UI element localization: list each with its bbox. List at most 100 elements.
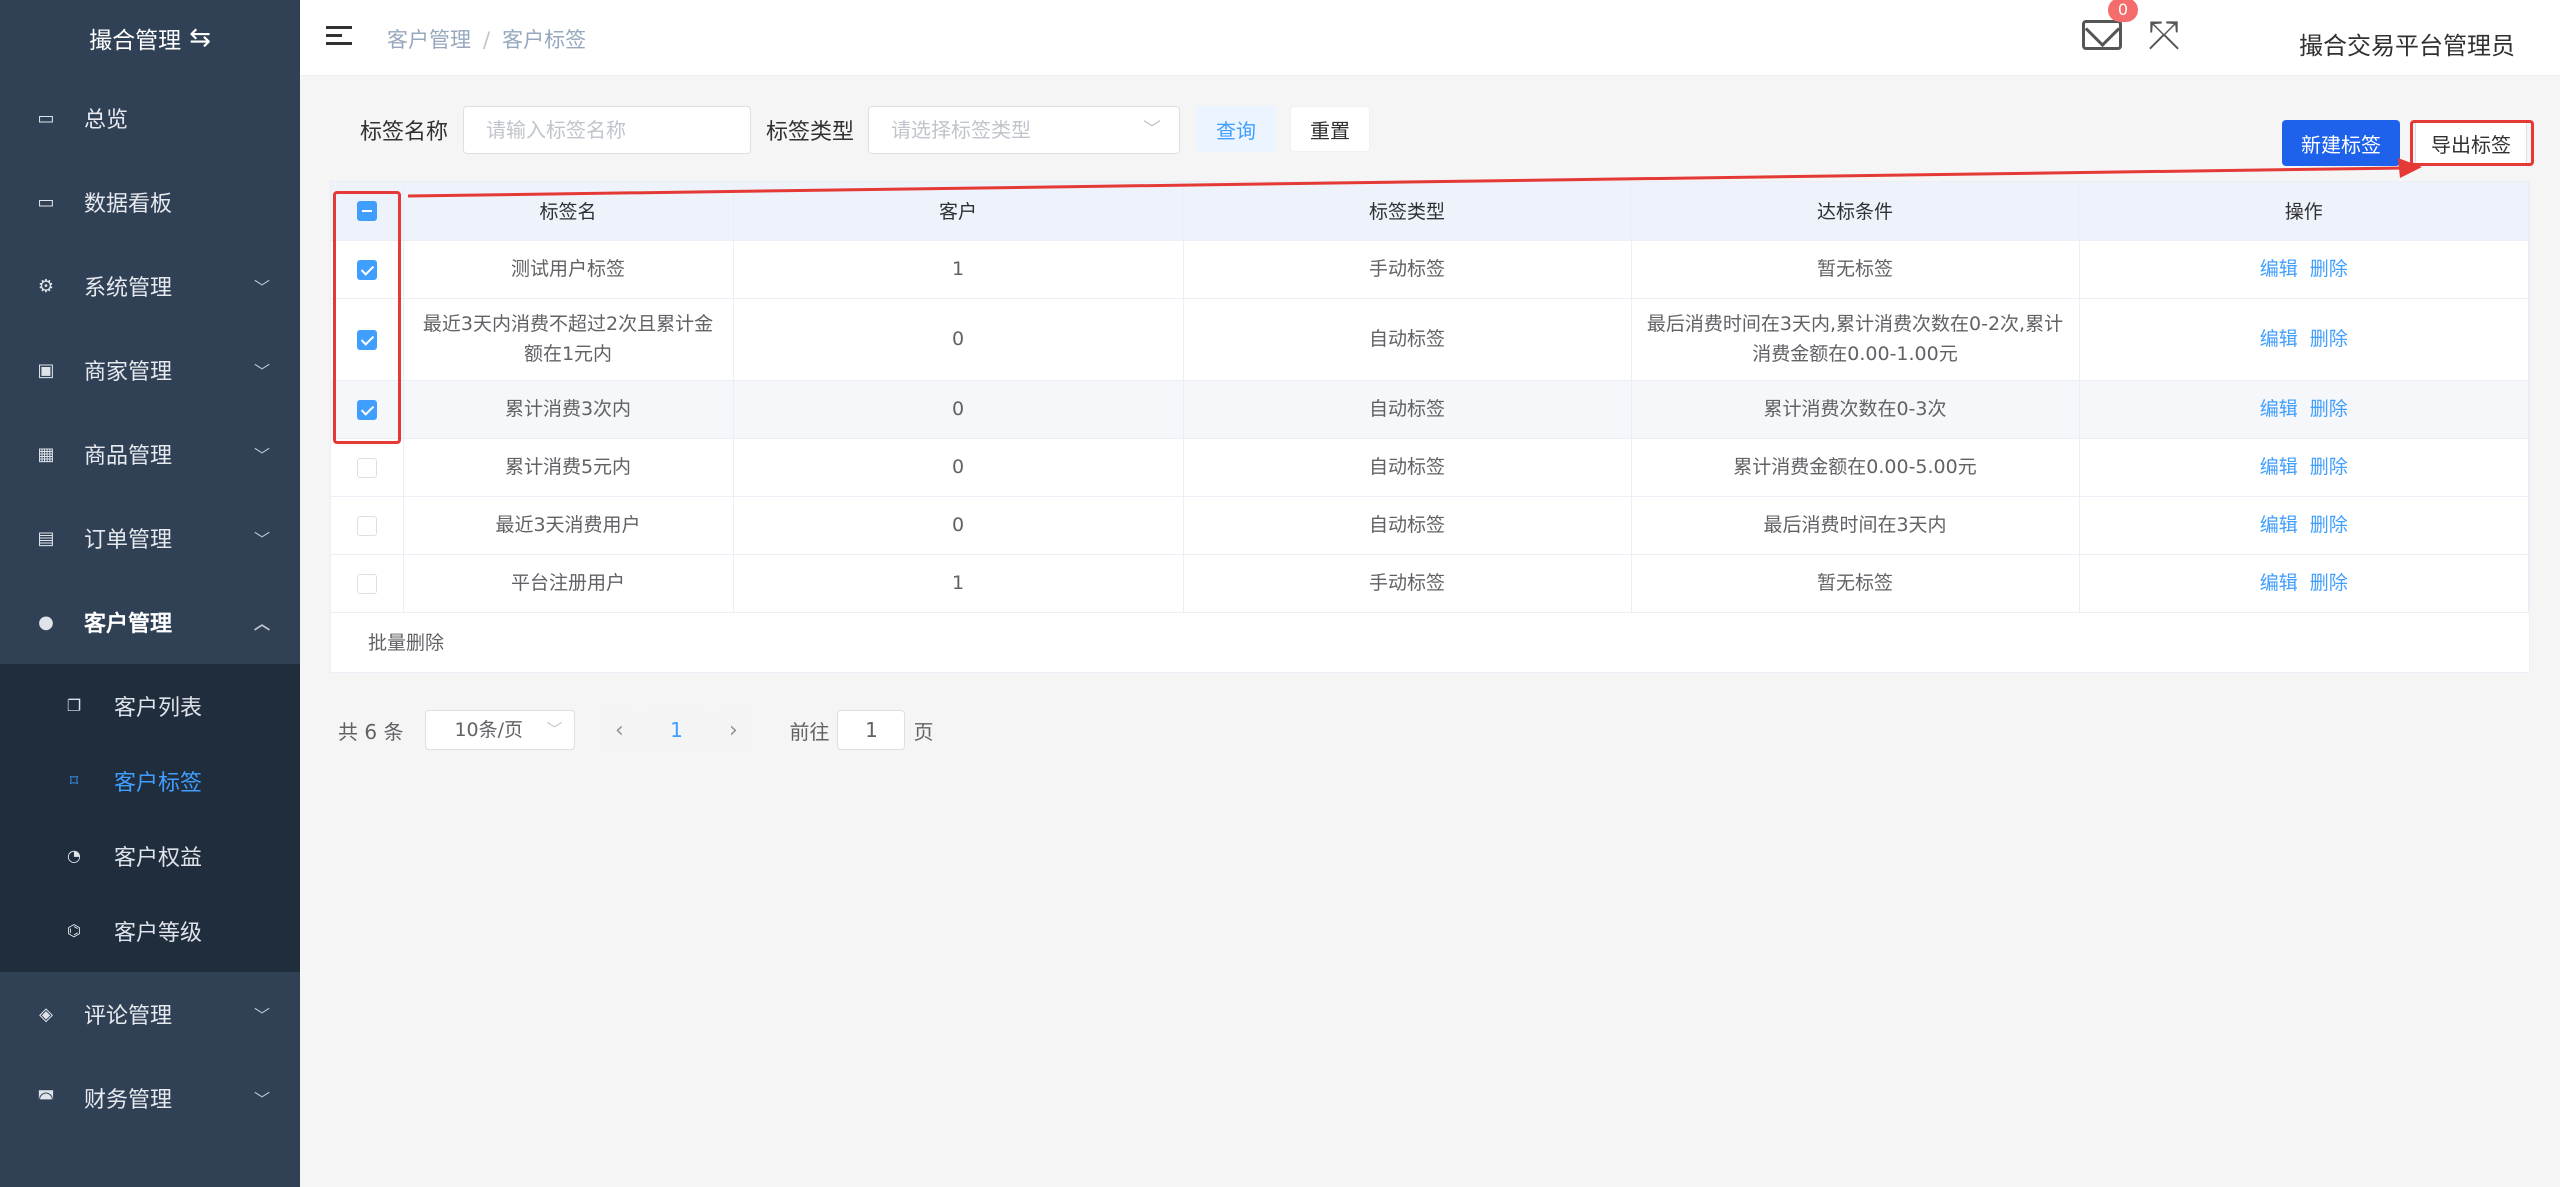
condition-cell: 累计消费次数在0-3次 (1631, 379, 2080, 438)
customer-count-cell: 0 (733, 297, 1184, 380)
annotation-export-highlight (2410, 120, 2534, 166)
sidebar-item-customer[interactable]: ● 客户管理 ︿ (0, 580, 300, 664)
edit-link[interactable]: 编辑 (2260, 258, 2298, 280)
gift-icon: ▦ (37, 443, 55, 465)
row-select-cell[interactable] (331, 437, 404, 496)
delete-link[interactable]: 删除 (2310, 258, 2348, 280)
tag-name-label: 标签名称 (360, 120, 449, 145)
row-select-cell[interactable] (331, 553, 404, 612)
new-tag-button[interactable]: 新建标签 (2282, 120, 2400, 166)
document-icon: ▤ (37, 527, 55, 549)
app-root: 撮合管理 ⇆ ▭ 总览 ▭ 数据看板 ⚙ 系统管理 ﹀ ▣ 商家管理 ﹀ ▦ 商… (0, 0, 2560, 1187)
page-number-1[interactable]: 1 (641, 710, 712, 750)
column-header: 标签类型 (1183, 182, 1632, 240)
sidebar-item-customer-levels[interactable]: ⌬ 客户等级 (0, 893, 300, 968)
sidebar-item-label: 客户列表 (114, 695, 203, 721)
sidebar-item-finance[interactable]: ◚ 财务管理 ﹀ (0, 1056, 300, 1140)
tag-name-cell: 累计消费5元内 (403, 437, 734, 496)
sidebar-item-system[interactable]: ⚙ 系统管理 ﹀ (0, 244, 300, 328)
switch-icon[interactable]: ⇆ (189, 23, 211, 53)
actions-cell: 编辑 删除 (2079, 379, 2529, 438)
edit-link[interactable]: 编辑 (2260, 514, 2298, 536)
page-size-select[interactable]: 10条/页 ﹀ (425, 710, 576, 750)
tag-type-cell: 自动标签 (1183, 495, 1632, 554)
delete-link[interactable]: 删除 (2310, 398, 2348, 420)
fullscreen-icon[interactable]: ⤧ (2148, 16, 2180, 56)
actions-cell: 编辑 删除 (2079, 437, 2529, 496)
query-button[interactable]: 查询 (1196, 106, 1276, 152)
sidebar-item-comments[interactable]: ◈ 评论管理 ﹀ (0, 972, 300, 1056)
next-page-button[interactable]: › (713, 710, 754, 750)
monitor-icon: ▭ (37, 107, 55, 129)
row-select-cell[interactable] (331, 495, 404, 554)
sidebar-item-customer-benefits[interactable]: ◔ 客户权益 (0, 818, 300, 893)
delete-link[interactable]: 删除 (2310, 456, 2348, 478)
sidebar-item-dashboard[interactable]: ▭ 数据看板 (0, 160, 300, 244)
sidebar-item-label: 总览 (84, 108, 129, 133)
mail-icon[interactable] (2082, 20, 2122, 50)
row-checkbox[interactable] (356, 573, 377, 594)
medal-icon: ◔ (67, 846, 81, 865)
delete-link[interactable]: 删除 (2310, 328, 2348, 350)
edit-link[interactable]: 编辑 (2260, 328, 2298, 350)
sidebar-item-order[interactable]: ▤ 订单管理 ﹀ (0, 496, 300, 580)
customer-count-cell: 1 (733, 239, 1184, 298)
row-checkbox[interactable] (356, 457, 377, 478)
prev-page-button[interactable]: ‹ (599, 710, 640, 750)
tag-type-cell: 自动标签 (1183, 379, 1632, 438)
top-header: 客户管理 / 客户标签 0 ⤧ 撮合交易平台管理员 (300, 0, 2560, 76)
table-row: 累计消费3次内 0 自动标签 累计消费次数在0-3次 编辑 删除 (331, 379, 2529, 438)
sidebar-item-merchant[interactable]: ▣ 商家管理 ﹀ (0, 328, 300, 412)
sidebar-item-product[interactable]: ▦ 商品管理 ﹀ (0, 412, 300, 496)
avatar[interactable] (2242, 8, 2282, 70)
edit-link[interactable]: 编辑 (2260, 398, 2298, 420)
edit-link[interactable]: 编辑 (2260, 456, 2298, 478)
sidebar-item-label: 订单管理 (84, 528, 173, 553)
jump-page-input[interactable]: 1 (837, 710, 906, 750)
pagination: 共 6 条 10条/页 ﹀ ‹ 1 › 前往 1 页 (338, 708, 933, 752)
sidebar-item-label: 评论管理 (84, 1004, 173, 1029)
sidebar-item-label: 商家管理 (84, 360, 173, 385)
tag-type-cell: 手动标签 (1183, 239, 1632, 298)
chevron-down-icon: ﹀ (253, 1090, 270, 1109)
notification-badge: 0 (2108, 0, 2138, 22)
sidebar-item-customer-list[interactable]: ❐ 客户列表 (0, 668, 300, 743)
table-row: 最近3天消费用户 0 自动标签 最后消费时间在3天内 编辑 删除 (331, 495, 2529, 554)
breadcrumb-item-current: 客户标签 (502, 28, 587, 52)
column-header: 客户 (733, 182, 1184, 240)
tag-name-input[interactable]: 请输入标签名称 (463, 106, 751, 154)
sidebar-item-label: 客户标签 (114, 770, 203, 796)
breadcrumb-item[interactable]: 客户管理 (387, 28, 471, 52)
monitor-icon: ▭ (37, 191, 55, 213)
sidebar-item-customer-tags[interactable]: ⌑ 客户标签 (0, 743, 300, 818)
sidebar-item-overview[interactable]: ▭ 总览 (0, 76, 300, 160)
admin-name[interactable]: 撮合交易平台管理员 (2299, 26, 2515, 61)
chevron-down-icon: ﹀ (253, 1006, 270, 1025)
batch-delete-button[interactable]: 批量删除 (331, 612, 2529, 672)
customer-count-cell: 0 (733, 379, 1184, 438)
tag-name-cell: 平台注册用户 (403, 553, 734, 612)
actions-cell: 编辑 删除 (2079, 239, 2529, 298)
jump-suffix: 页 (913, 719, 934, 744)
column-header: 达标条件 (1631, 182, 2080, 240)
tag-type-select[interactable]: 请选择标签类型 ﹀ (868, 106, 1180, 154)
row-checkbox[interactable] (356, 515, 377, 536)
delete-link[interactable]: 删除 (2310, 514, 2348, 536)
sidebar-item-label: 商品管理 (84, 444, 173, 469)
delete-link[interactable]: 删除 (2310, 572, 2348, 594)
comment-icon: ◈ (39, 1003, 53, 1025)
column-header: 标签名 (403, 182, 734, 240)
jump-prefix: 前往 (789, 719, 830, 744)
tag-table: 标签名 客户 标签类型 达标条件 操作 测试用户标签 1 手动标签 暂无标签 编… (330, 181, 2530, 673)
tag-name-cell: 最近3天消费用户 (403, 495, 734, 554)
sidebar-item-label: 客户等级 (114, 920, 203, 946)
chevron-down-icon: ﹀ (253, 446, 270, 465)
reset-button[interactable]: 重置 (1290, 106, 1370, 152)
filter-bar: 标签名称 请输入标签名称 标签类型 请选择标签类型 ﹀ 查询 重置 (300, 76, 2560, 176)
annotation-checkbox-highlight (333, 191, 401, 444)
table-row: 累计消费5元内 0 自动标签 累计消费金额在0.00-5.00元 编辑 删除 (331, 437, 2529, 496)
logo[interactable]: 撮合管理 ⇆ (0, 0, 300, 76)
edit-link[interactable]: 编辑 (2260, 572, 2298, 594)
store-icon: ▣ (37, 359, 55, 381)
menu-toggle-icon[interactable] (326, 26, 352, 50)
